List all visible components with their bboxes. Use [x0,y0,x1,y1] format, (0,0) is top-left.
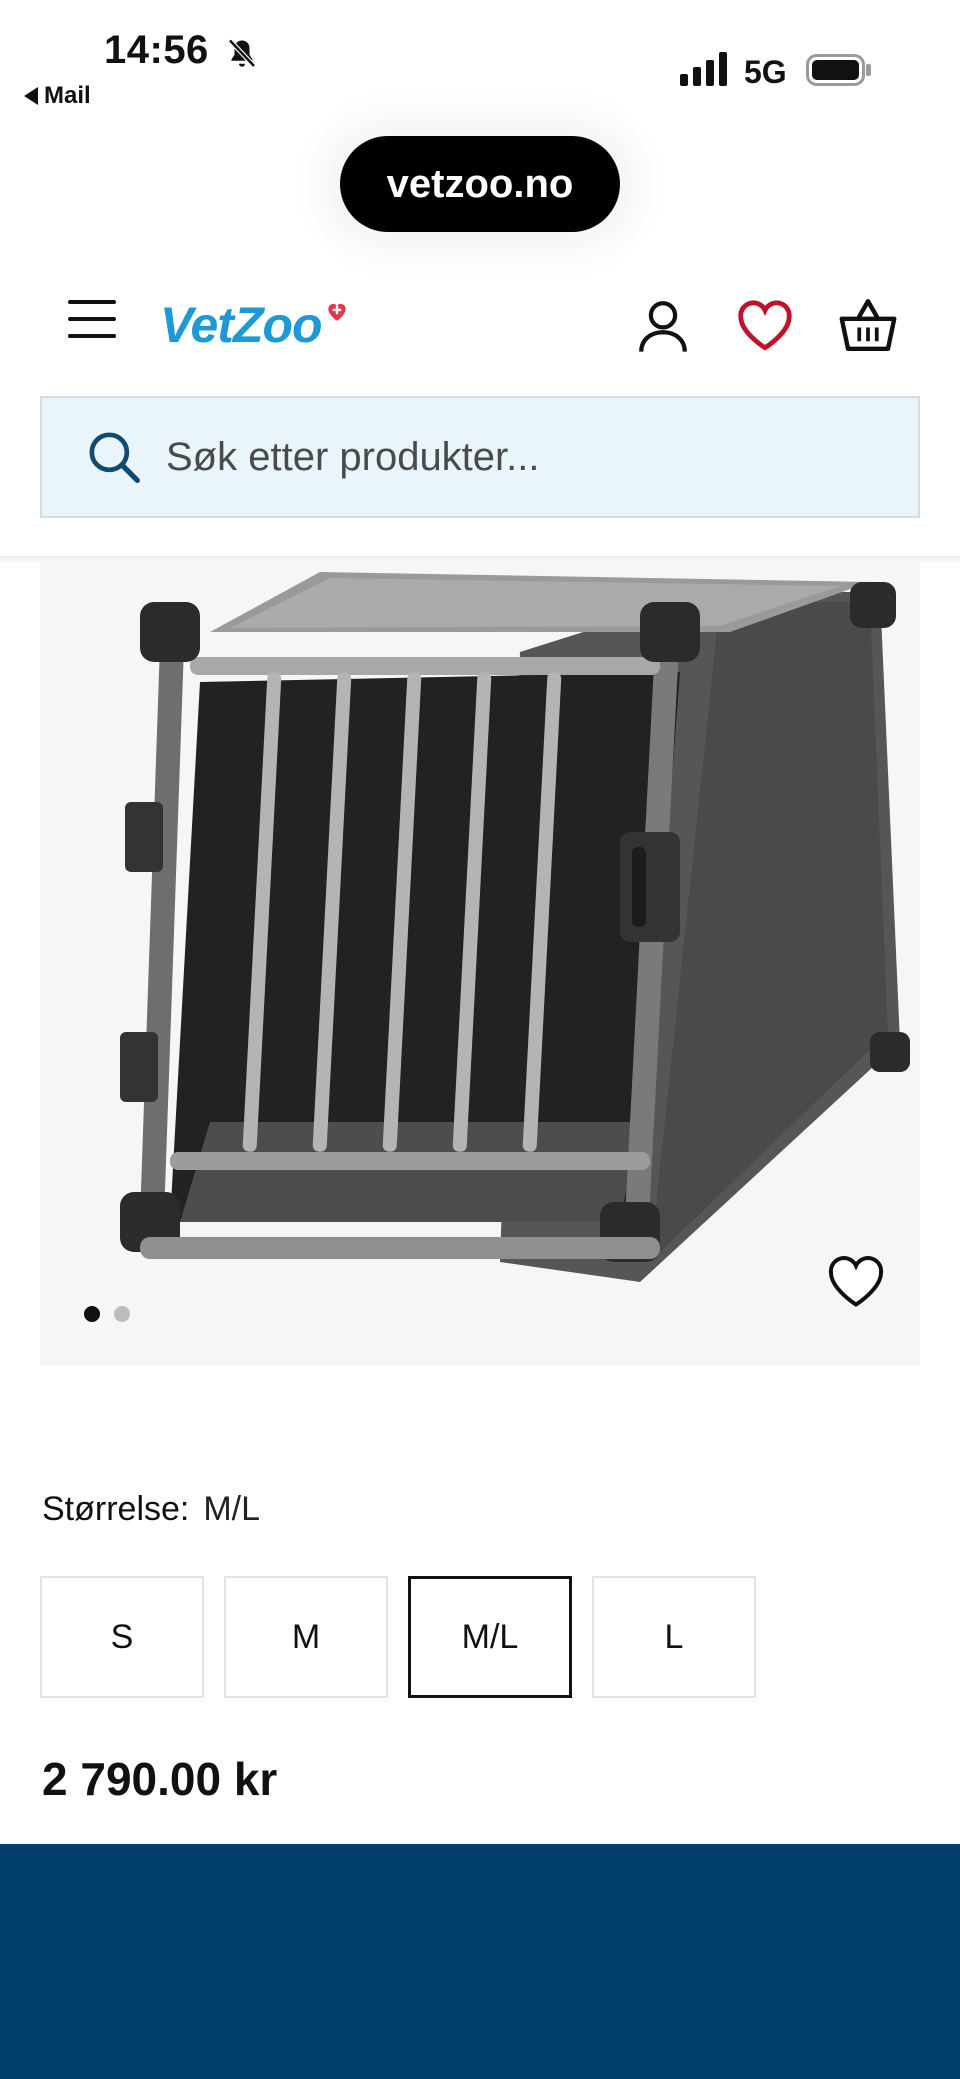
battery-icon [806,54,871,86]
carousel-dot[interactable] [114,1306,130,1322]
selected-size-value: M/L [203,1490,261,1528]
url-text: vetzoo.no [386,161,574,206]
size-option[interactable]: S [40,1576,204,1698]
add-to-wishlist-icon[interactable] [826,1254,886,1310]
url-bar[interactable]: vetzoo.no [340,136,620,232]
basket-icon[interactable] [838,296,898,354]
carousel-dot[interactable] [84,1306,100,1322]
back-app-label: Mail [44,82,91,109]
search-bar[interactable] [40,396,920,518]
heart-icon[interactable] [736,298,794,354]
carousel-pagination [84,1306,130,1322]
product-image [120,572,910,1282]
footer-band [0,1844,960,2079]
size-label: Størrelse: M/L [42,1490,260,1529]
site-logo[interactable]: VetZoo [160,296,350,354]
size-option[interactable]: M [224,1576,388,1698]
product-image-carousel[interactable] [40,562,920,1366]
bell-slash-icon [228,38,256,68]
user-icon[interactable] [634,296,692,354]
search-icon[interactable] [86,429,142,485]
search-input[interactable] [166,434,866,480]
size-options: S M M/L L [40,1576,756,1698]
back-arrow-icon [24,87,38,105]
size-option-selected[interactable]: M/L [408,1576,572,1698]
status-time: 14:56 [104,28,209,72]
logo-heart-icon [327,303,346,321]
signal-icon [680,52,727,86]
back-to-mail-link[interactable]: Mail [24,82,91,110]
size-label-key: Størrelse: [42,1490,190,1528]
size-option[interactable]: L [592,1576,756,1698]
menu-icon[interactable] [68,300,116,340]
logo-text: VetZoo [160,297,323,353]
network-type: 5G [744,54,787,90]
product-price: 2 790.00 kr [42,1753,278,1805]
